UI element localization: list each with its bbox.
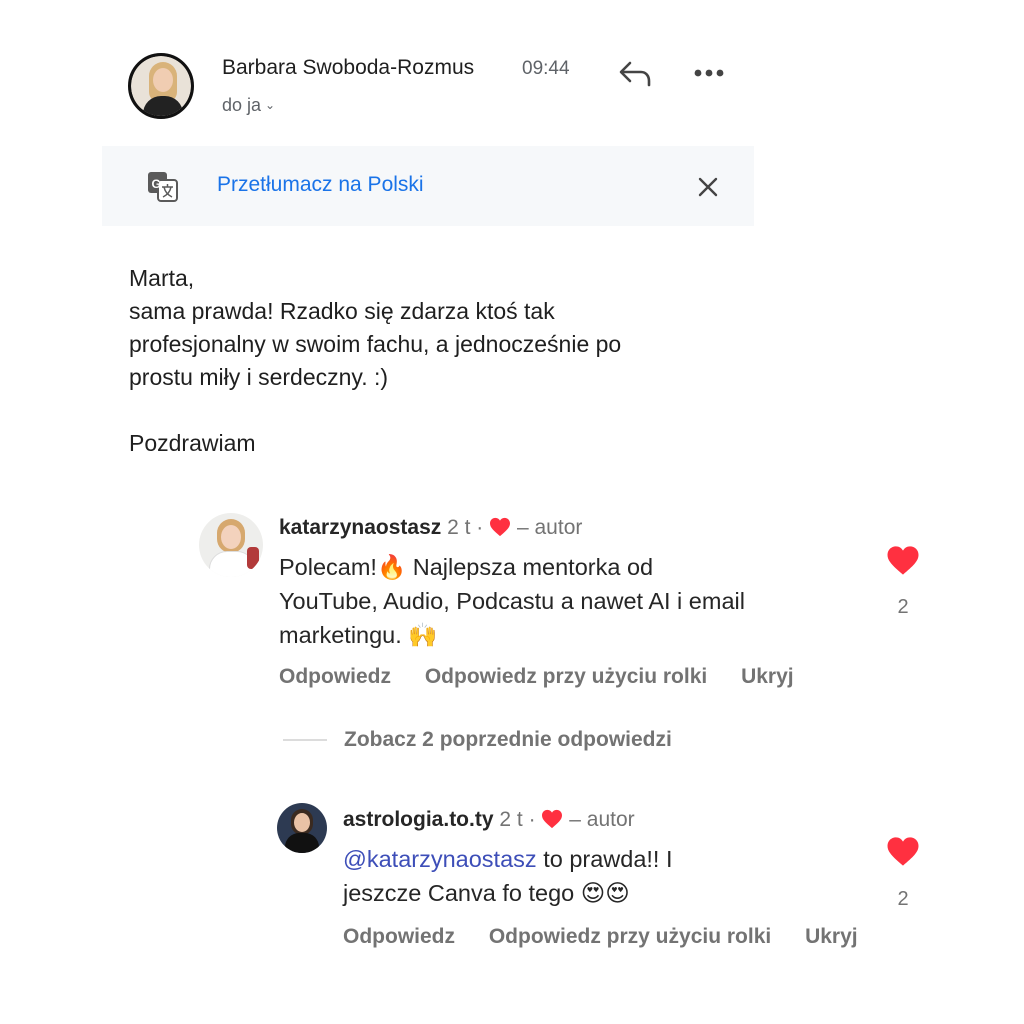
svg-text:G: G xyxy=(152,177,161,191)
reply-with-reel-button[interactable]: Odpowiedz przy użyciu rolki xyxy=(489,925,771,948)
email-body: Marta, sama prawda! Rzadko się zdarza kt… xyxy=(129,262,749,394)
email-signoff: Pozdrawiam xyxy=(129,430,256,456)
reply-age: 2 t xyxy=(499,808,523,831)
reply-line: jeszcze Canva fo tego 😍😍 xyxy=(343,880,630,906)
like-heart-icon[interactable] xyxy=(886,545,920,576)
like-count: 2 xyxy=(897,596,909,618)
reply-text: @katarzynaostasz to prawda!! I jeszcze C… xyxy=(343,842,863,910)
author-heart-icon xyxy=(542,809,563,829)
like-count: 2 xyxy=(897,888,909,910)
reply-text-part: to prawda!! I xyxy=(536,846,673,872)
like-heart-icon[interactable] xyxy=(886,836,920,867)
hide-button[interactable]: Ukryj xyxy=(805,925,858,948)
more-icon[interactable] xyxy=(694,64,724,82)
comment-line: YouTube, Audio, Podcastu a nawet AI i em… xyxy=(279,588,745,614)
commenter-avatar[interactable] xyxy=(199,513,263,577)
reply-icon[interactable] xyxy=(617,57,653,89)
translate-bar xyxy=(102,146,754,226)
comment-line: Polecam!🔥 Najlepsza mentorka od xyxy=(279,554,654,580)
sender-avatar[interactable] xyxy=(128,53,194,119)
author-label: – autor xyxy=(516,516,583,539)
body-line: profesjonalny w swoim fachu, a jednocześ… xyxy=(129,331,622,357)
comment-actions: Odpowiedz Odpowiedz przy użyciu rolki Uk… xyxy=(279,665,794,689)
comment-separator: · xyxy=(476,516,484,539)
close-icon[interactable] xyxy=(697,176,719,198)
view-previous-replies-button[interactable]: Zobacz 2 poprzednie odpowiedzi xyxy=(344,728,672,752)
author-label: – autor xyxy=(569,808,635,831)
reply-actions: Odpowiedz Odpowiedz przy użyciu rolki Uk… xyxy=(343,925,858,949)
reply-button[interactable]: Odpowiedz xyxy=(343,925,455,948)
comment-age: 2 t xyxy=(447,516,471,539)
reply-separator: · xyxy=(528,808,536,831)
recipient-label: do ja xyxy=(222,95,262,115)
mention-link[interactable]: @katarzynaostasz xyxy=(343,846,537,872)
hide-button[interactable]: Ukryj xyxy=(741,665,794,688)
sender-name[interactable]: Barbara Swoboda-Rozmus xyxy=(222,56,474,80)
comment-line: marketingu. 🙌 xyxy=(279,622,438,648)
email-time: 09:44 xyxy=(522,58,570,79)
translate-icon: G xyxy=(148,172,178,202)
replies-divider xyxy=(283,739,327,741)
reply-avatar[interactable] xyxy=(277,803,327,853)
reply-button[interactable]: Odpowiedz xyxy=(279,665,391,688)
reply-with-reel-button[interactable]: Odpowiedz przy użyciu rolki xyxy=(425,665,707,688)
comment-username[interactable]: katarzynaostasz xyxy=(279,516,441,539)
body-line: prostu miły i serdeczny. :) xyxy=(129,364,389,390)
comment-text: Polecam!🔥 Najlepsza mentorka od YouTube,… xyxy=(279,550,869,652)
chevron-down-icon: ⌄ xyxy=(265,98,276,112)
body-line: sama prawda! Rzadko się zdarza ktoś tak xyxy=(129,298,555,324)
reply-username[interactable]: astrologia.to.ty xyxy=(343,808,494,831)
reply-line: @katarzynaostasz to prawda!! I xyxy=(343,842,863,876)
comment-header: katarzynaostasz 2 t · – autor xyxy=(279,516,582,540)
body-line: Marta, xyxy=(129,265,195,291)
reply-header: astrologia.to.ty 2 t · – autor xyxy=(343,808,635,832)
recipient-toggle[interactable]: do ja ⌄ xyxy=(222,95,275,116)
author-heart-icon xyxy=(490,517,511,537)
translate-link[interactable]: Przetłumacz na Polski xyxy=(217,173,424,197)
